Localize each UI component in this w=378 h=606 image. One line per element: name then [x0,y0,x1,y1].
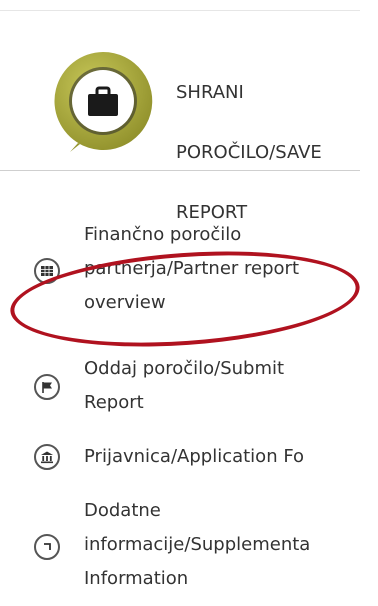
menu-item-label: Dodatne informacije/Supplementa Informat… [84,500,311,589]
section-divider [0,170,360,171]
bank-icon [34,444,60,470]
save-report-badge [50,48,156,154]
menu-item-partner-report-overview[interactable]: Finančno poročilo partnerja/Partner repo… [34,218,364,322]
menu-item-application-form[interactable]: Prijavnica/Application Fo [34,440,364,476]
return-arrow-icon [34,534,60,560]
save-report-button[interactable]: SHRANI POROČILO/SAVE REPORT [48,36,360,223]
flag-icon [34,374,60,400]
menu-item-label: Oddaj poročilo/Submit Report [84,358,285,413]
menu-item-label: Finančno poročilo partnerja/Partner repo… [84,224,300,313]
top-divider [0,10,360,11]
menu-item-label: Prijavnica/Application Fo [84,446,305,467]
menu-item-supplementary-information[interactable]: Dodatne informacije/Supplementa Informat… [34,494,364,598]
grid-icon [34,258,60,284]
briefcase-icon [54,51,153,153]
menu-item-submit-report[interactable]: Oddaj poročilo/Submit Report [34,352,364,422]
